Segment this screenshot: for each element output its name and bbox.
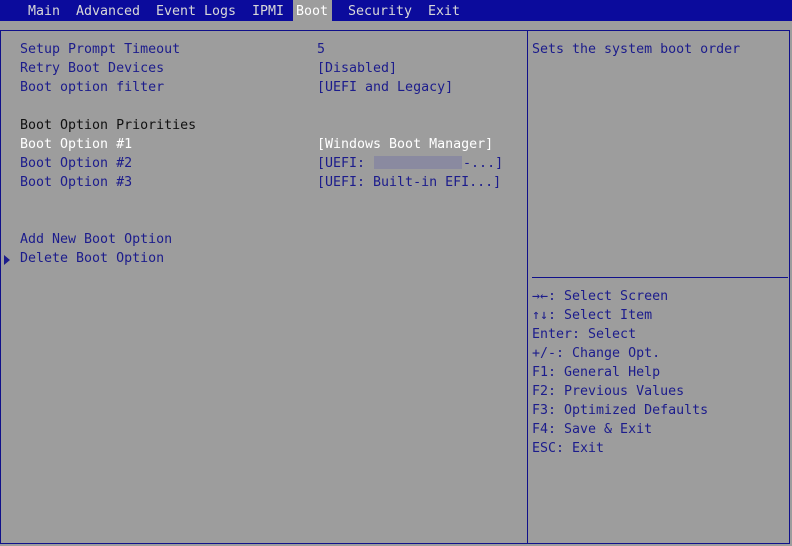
boot-option-2-prefix: [UEFI: [317,156,374,171]
tab-exit[interactable]: Exit [424,0,464,21]
submenu-arrow-icon [4,255,10,265]
redacted-block [374,156,463,169]
retry-boot-devices-label[interactable]: Retry Boot Devices [20,59,164,78]
tab-security[interactable]: Security [344,0,416,21]
delete-boot-option[interactable]: Delete Boot Option [20,249,164,268]
main-frame [0,30,790,544]
key-help-f4: F4: Save & Exit [532,422,653,437]
key-help-f2: F2: Previous Values [532,384,685,399]
boot-option-filter-value[interactable]: [UEFI and Legacy] [317,78,453,97]
boot-option-1-value[interactable]: [Windows Boot Manager] [317,135,493,154]
boot-option-2-suffix: -...] [463,156,504,171]
key-help-change-opt: +/-: Change Opt. [532,346,661,361]
key-help-esc: ESC: Exit [532,441,605,456]
setup-prompt-timeout-label[interactable]: Setup Prompt Timeout [20,40,180,59]
tab-main[interactable]: Main [24,0,64,21]
tab-ipmi[interactable]: IPMI [248,0,288,21]
menu-bar: Main Advanced Event Logs IPMI Boot Secur… [0,0,792,21]
panel-divider [527,30,528,544]
retry-boot-devices-value[interactable]: [Disabled] [317,59,397,78]
setup-prompt-timeout-value[interactable]: 5 [317,40,325,59]
boot-option-filter-label[interactable]: Boot option filter [20,78,164,97]
boot-option-3-value[interactable]: [UEFI: Built-in EFI...] [317,173,501,192]
help-text: Sets the system boot order [532,42,741,57]
key-help-f3: F3: Optimized Defaults [532,403,709,418]
boot-option-2-label[interactable]: Boot Option #2 [20,154,132,173]
add-new-boot-option[interactable]: Add New Boot Option [20,230,172,249]
tab-boot[interactable]: Boot [293,0,333,21]
key-help-select-item: ↑↓: Select Item [532,308,653,323]
key-help-f1: F1: General Help [532,365,661,380]
boot-option-2-value[interactable]: [UEFI: -...] [317,154,503,173]
boot-option-1-label[interactable]: Boot Option #1 [20,135,132,154]
boot-option-priorities-heading: Boot Option Priorities [20,118,197,133]
tab-advanced[interactable]: Advanced [72,0,144,21]
tab-event-logs[interactable]: Event Logs [152,0,240,21]
help-divider [532,277,788,278]
key-help-enter: Enter: Select [532,327,637,342]
key-help-select-screen: →←: Select Screen [532,289,669,304]
boot-option-3-label[interactable]: Boot Option #3 [20,173,132,192]
